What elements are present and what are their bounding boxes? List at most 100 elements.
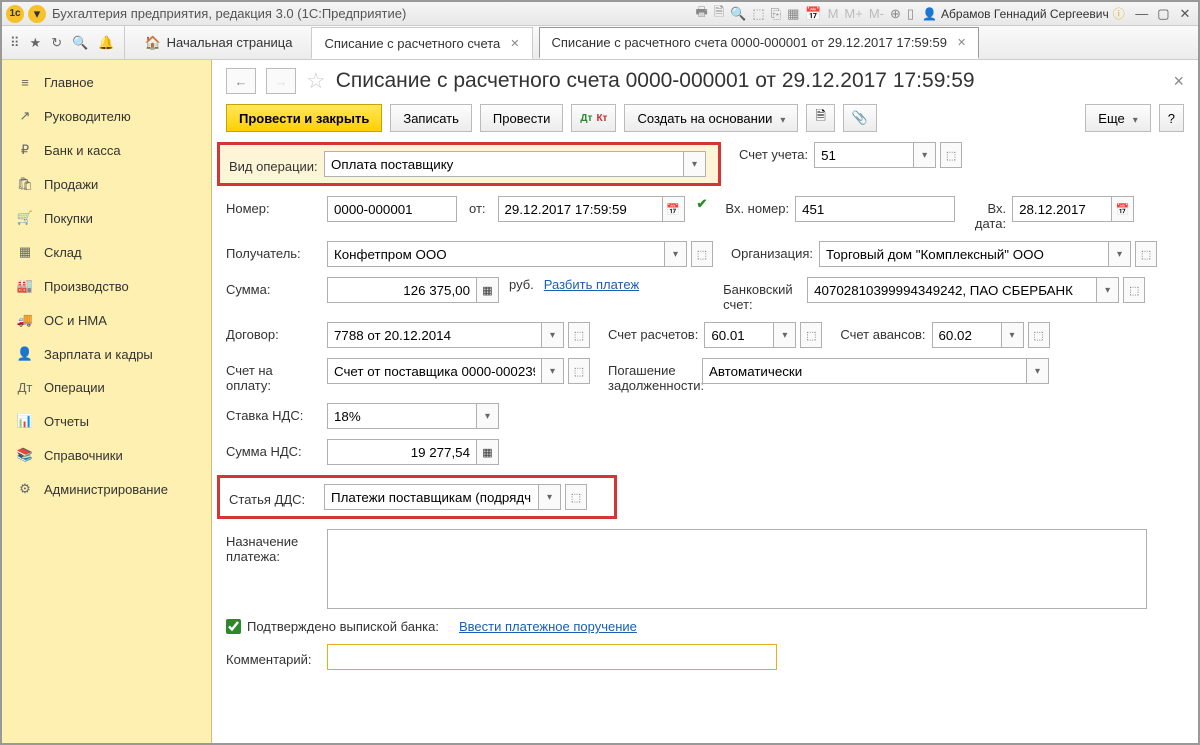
open-icon[interactable]: ⬚: [565, 484, 587, 510]
tab-doc1[interactable]: Списание с расчетного счета ✕: [311, 27, 532, 59]
submit-button[interactable]: Провести: [480, 104, 564, 132]
sidebar-item-sales[interactable]: 🛍Продажи: [2, 167, 211, 201]
dtkt-button[interactable]: ДтКт: [571, 104, 616, 132]
bell-icon[interactable]: 🔔: [98, 35, 114, 51]
dropdown-icon[interactable]: ▾: [774, 322, 796, 348]
open-icon[interactable]: ⬚: [940, 142, 962, 168]
user-badge[interactable]: 👤 Абрамов Геннадий Сергеевич ⓘ: [922, 5, 1125, 22]
m-plus-icon[interactable]: M+: [844, 6, 862, 21]
report-button[interactable]: 🗎: [806, 104, 834, 132]
vat-rate-input[interactable]: [327, 403, 477, 429]
invoice-input[interactable]: [327, 358, 542, 384]
sidebar-item-admin[interactable]: ⚙Администрирование: [2, 472, 211, 506]
info-icon[interactable]: ⓘ: [1113, 5, 1125, 22]
debt-input[interactable]: [702, 358, 1027, 384]
sidebar-item-purchases[interactable]: 🛒Покупки: [2, 201, 211, 235]
more-button[interactable]: Еще: [1085, 104, 1150, 132]
sidebar-item-reports[interactable]: 📊Отчеты: [2, 404, 211, 438]
enter-order-link[interactable]: Ввести платежное поручение: [459, 619, 637, 634]
calendar-icon[interactable]: 📅: [805, 6, 821, 22]
open-icon[interactable]: ⬚: [1028, 322, 1050, 348]
dropdown-icon[interactable]: ▾: [1097, 277, 1119, 303]
copy-icon[interactable]: ⎘: [771, 6, 781, 22]
apps-icon[interactable]: ⠿: [10, 35, 20, 51]
back-button[interactable]: ←: [226, 68, 256, 94]
dropdown-icon[interactable]: ▾: [1002, 322, 1024, 348]
favorite-star-icon[interactable]: ☆: [306, 68, 326, 94]
m-minus-icon[interactable]: M-: [869, 6, 884, 21]
date-input[interactable]: [498, 196, 663, 222]
search-icon[interactable]: 🔍: [730, 6, 746, 22]
create-based-button[interactable]: Создать на основании: [624, 104, 798, 132]
sidebar-item-directories[interactable]: 📚Справочники: [2, 438, 211, 472]
open-icon[interactable]: ⬚: [568, 358, 590, 384]
dropdown-icon[interactable]: ▾: [477, 403, 499, 429]
open-icon[interactable]: ⬚: [800, 322, 822, 348]
dropdown-icon[interactable]: ▾: [914, 142, 936, 168]
minimize-icon[interactable]: —: [1133, 6, 1151, 21]
close-tab-icon[interactable]: ✕: [510, 37, 519, 50]
dropdown-icon[interactable]: ▾: [28, 5, 46, 23]
recipient-input[interactable]: [327, 241, 665, 267]
open-icon[interactable]: ⬚: [691, 241, 713, 267]
confirmed-checkbox[interactable]: [226, 619, 241, 634]
in-number-input[interactable]: [795, 196, 955, 222]
dropdown-icon[interactable]: ▾: [665, 241, 687, 267]
sidebar-item-bank[interactable]: ₽Банк и касса: [2, 133, 211, 167]
help-button[interactable]: ?: [1159, 104, 1184, 132]
dropdown-icon[interactable]: ▾: [1027, 358, 1049, 384]
zoom-in-icon[interactable]: ⊕: [890, 6, 901, 22]
print-icon[interactable]: 🖶: [695, 3, 707, 25]
book-icon[interactable]: ▯: [907, 6, 914, 22]
submit-close-button[interactable]: Провести и закрыть: [226, 104, 382, 132]
vat-sum-input[interactable]: [327, 439, 477, 465]
dropdown-icon[interactable]: ▾: [1109, 241, 1131, 267]
tab-home[interactable]: 🏠 Начальная страница: [131, 27, 305, 59]
contract-input[interactable]: [327, 322, 542, 348]
attach-button[interactable]: 📎: [843, 104, 877, 132]
bank-input[interactable]: [807, 277, 1097, 303]
split-payment-link[interactable]: Разбить платеж: [544, 277, 639, 292]
purpose-textarea[interactable]: [327, 529, 1147, 609]
dropdown-icon[interactable]: ▾: [539, 484, 561, 510]
save-button[interactable]: Записать: [390, 104, 472, 132]
in-date-input[interactable]: [1012, 196, 1112, 222]
dds-input[interactable]: [324, 484, 539, 510]
number-input[interactable]: [327, 196, 457, 222]
star-icon[interactable]: ★: [30, 35, 42, 51]
search2-icon[interactable]: 🔍: [72, 35, 88, 51]
preview-icon[interactable]: 🗎: [714, 3, 724, 25]
forward-button[interactable]: →: [266, 68, 296, 94]
dropdown-icon[interactable]: ▾: [684, 151, 706, 177]
account-input[interactable]: [814, 142, 914, 168]
maximize-icon[interactable]: ▢: [1154, 6, 1172, 22]
close-tab-icon[interactable]: ✕: [957, 36, 966, 49]
sidebar-item-production[interactable]: 🏭Производство: [2, 269, 211, 303]
calendar-icon[interactable]: 📅: [663, 196, 685, 222]
tab-doc2[interactable]: Списание с расчетного счета 0000-000001 …: [539, 27, 980, 59]
close-page-icon[interactable]: ×: [1173, 71, 1184, 92]
sidebar-item-manager[interactable]: ↗Руководителю: [2, 99, 211, 133]
calc-icon[interactable]: ▦: [477, 277, 499, 303]
close-icon[interactable]: ✕: [1176, 6, 1194, 22]
sidebar-item-operations[interactable]: ДтОперации: [2, 371, 211, 404]
link-icon[interactable]: ⬚: [752, 6, 764, 22]
m-icon[interactable]: M: [828, 6, 839, 21]
calc-icon[interactable]: ▦: [477, 439, 499, 465]
open-icon[interactable]: ⬚: [1135, 241, 1157, 267]
comment-input[interactable]: [327, 644, 777, 670]
sidebar-item-assets[interactable]: 🚚ОС и НМА: [2, 303, 211, 337]
sum-input[interactable]: [327, 277, 477, 303]
history-icon[interactable]: ↻: [51, 35, 62, 51]
sidebar-item-main[interactable]: ≡Главное: [2, 66, 211, 99]
calendar-icon[interactable]: 📅: [1112, 196, 1134, 222]
dropdown-icon[interactable]: ▾: [542, 358, 564, 384]
settle-input[interactable]: [704, 322, 774, 348]
org-input[interactable]: [819, 241, 1109, 267]
open-icon[interactable]: ⬚: [568, 322, 590, 348]
op-type-input[interactable]: [324, 151, 684, 177]
sidebar-item-salary[interactable]: 👤Зарплата и кадры: [2, 337, 211, 371]
calc-icon[interactable]: ▦: [787, 6, 799, 22]
dropdown-icon[interactable]: ▾: [542, 322, 564, 348]
open-icon[interactable]: ⬚: [1123, 277, 1145, 303]
